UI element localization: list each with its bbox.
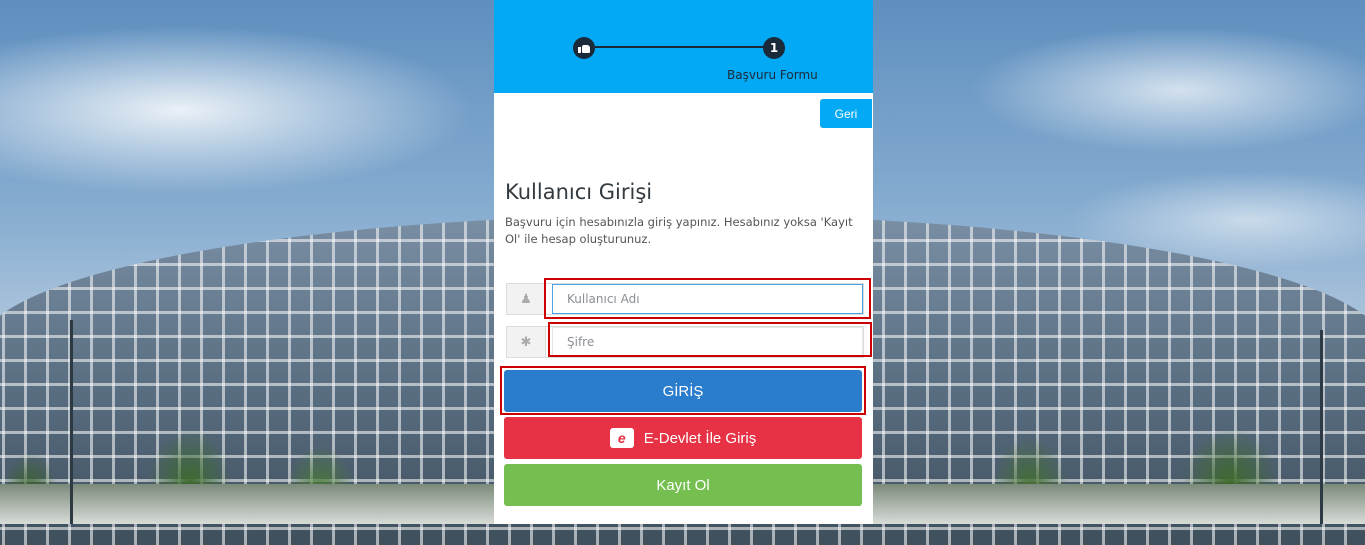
highlight-username — [544, 278, 871, 319]
login-card: 1 Başvuru Formu Geri Kullanıcı Girişi Ba… — [494, 0, 873, 524]
thumbs-up-icon — [578, 43, 590, 53]
highlight-login-button — [500, 366, 866, 415]
page-title: Kullanıcı Girişi — [505, 180, 653, 204]
asterisk-icon: ✱ — [507, 327, 546, 357]
back-button[interactable]: Geri — [820, 99, 872, 128]
lamp-post — [1320, 330, 1323, 524]
lamp-post — [70, 320, 73, 524]
edevlet-label: E-Devlet İle Giriş — [643, 429, 757, 447]
login-description: Başvuru için hesabınızla giriş yapınız. … — [505, 215, 853, 246]
step-connector — [594, 46, 769, 48]
wizard-header: 1 Başvuru Formu — [494, 0, 873, 93]
edevlet-logo-icon: e — [609, 428, 634, 448]
step-number: 1 — [763, 37, 785, 59]
step-start — [573, 37, 595, 59]
edevlet-login-button[interactable]: e E-Devlet İle Giriş — [504, 417, 862, 459]
user-icon: ♟ — [507, 284, 546, 314]
highlight-password — [548, 322, 872, 357]
register-button[interactable]: Kayıt Ol — [504, 464, 862, 506]
step-label: Başvuru Formu — [727, 68, 818, 82]
